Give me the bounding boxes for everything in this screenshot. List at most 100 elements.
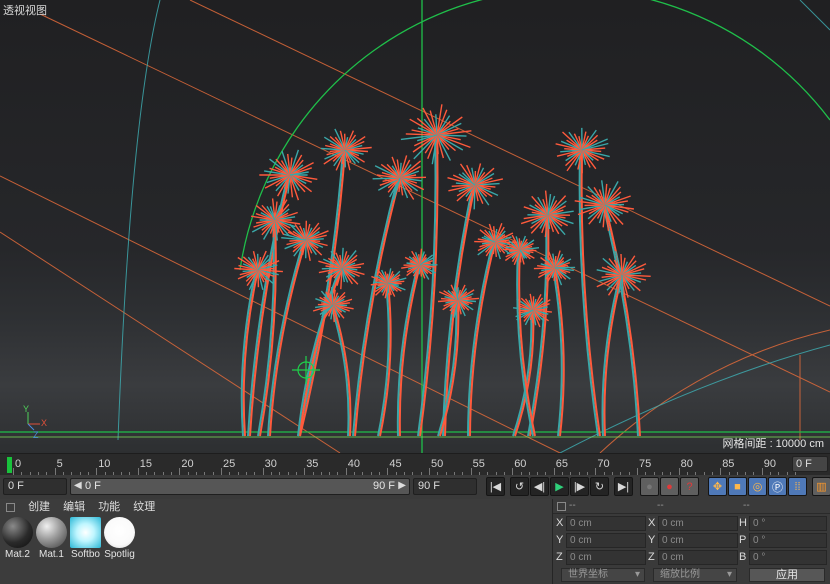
autokey-button[interactable]: ● <box>660 477 679 496</box>
previous-key-button[interactable]: ↺ <box>510 477 529 496</box>
parameter-icon: Ⓟ <box>772 481 783 494</box>
timeline-tick-label: 35 <box>306 458 319 470</box>
tree-trunk <box>352 177 399 437</box>
key-rotation-button[interactable]: ◎ <box>748 477 767 496</box>
go-to-start-button[interactable]: |◀ <box>486 477 505 496</box>
next-key-button[interactable]: ↻ <box>590 477 609 496</box>
tree[interactable] <box>312 287 354 437</box>
timeline-tick-label: 10 <box>98 458 111 470</box>
menu-create[interactable]: 创建 <box>28 501 50 513</box>
key-parameter-button[interactable]: Ⓟ <box>768 477 787 496</box>
end-frame-field[interactable]: 90 F <box>413 478 477 495</box>
frame-range-slider[interactable]: ◀ 0 F 90 F ▶ <box>70 478 410 495</box>
skip-end-icon: ▶| <box>617 481 630 493</box>
range-end-label: 90 F <box>372 480 395 492</box>
previous-frame-button[interactable]: ◀| <box>530 477 549 496</box>
panel-grip-icon[interactable] <box>6 502 15 512</box>
tree[interactable] <box>533 250 576 437</box>
position-header: -- <box>569 500 576 511</box>
start-frame-field[interactable]: 0 F <box>3 478 67 495</box>
range-left-arrow-icon[interactable]: ◀ <box>74 480 82 491</box>
pos-z-field[interactable]: 0 cm <box>566 550 646 565</box>
coordinate-system-value: 世界坐标 <box>568 569 608 580</box>
timeline-tick-label: 50 <box>431 458 444 470</box>
range-right-arrow-icon[interactable]: ▶ <box>398 480 406 491</box>
material-name: Mat.1 <box>38 549 64 560</box>
key-scale-button[interactable]: ■ <box>728 477 747 496</box>
pos-x-field[interactable]: 0 cm <box>566 516 646 531</box>
material-item-spotlight[interactable]: Spotlig <box>103 517 135 560</box>
size-x-field[interactable]: 0 cm <box>658 516 738 531</box>
timeline-tick-label: 80 <box>680 458 693 470</box>
spotlight-cone <box>0 0 830 453</box>
menu-function[interactable]: 功能 <box>98 501 120 513</box>
viewport-title: 透视视图 <box>3 5 47 17</box>
timeline-tick-label: 60 <box>514 458 527 470</box>
material-name: Softbo <box>71 549 100 560</box>
pos-z-label: Z <box>556 551 563 563</box>
scale-mode-dropdown[interactable]: 缩放比例 ▾ <box>653 568 737 582</box>
key-position-button[interactable]: ✥ <box>708 477 727 496</box>
next-frame-button[interactable]: |▶ <box>570 477 589 496</box>
tree[interactable] <box>396 248 438 437</box>
panel-grip-icon[interactable] <box>557 502 566 511</box>
record-keys-button[interactable]: ● <box>640 477 659 496</box>
timeline-ruler[interactable]: 0 5 10 15 20 25 30 35 40 45 50 55 60 65 70 75 80 85 90 0 F <box>0 453 830 476</box>
axis-x-label: X <box>41 418 47 428</box>
coordinates-header: -- -- -- <box>553 499 830 514</box>
size-z-field[interactable]: 0 cm <box>658 550 738 565</box>
current-frame-field[interactable]: 0 F <box>792 456 828 472</box>
pos-y-field[interactable]: 0 cm <box>566 533 646 548</box>
go-to-end-button[interactable]: ▶| <box>614 477 633 496</box>
menu-edit[interactable]: 编辑 <box>63 501 85 513</box>
material-preview <box>35 517 67 548</box>
menu-texture[interactable]: 纹理 <box>133 501 155 513</box>
chevron-down-icon: ▾ <box>726 569 732 580</box>
grid-dots-icon: ⁞⁞ <box>794 480 801 493</box>
scale-icon: ■ <box>734 480 741 493</box>
coordinate-system-dropdown[interactable]: 世界坐标 ▾ <box>561 568 645 582</box>
rot-h-field[interactable]: 0 ° <box>749 516 827 531</box>
range-start-label: 0 F <box>85 480 101 492</box>
next-frame-icon: |▶ <box>573 481 586 493</box>
material-menu-bar: 创建 编辑 功能 纹理 <box>0 499 552 515</box>
timeline-tick-label: 25 <box>223 458 236 470</box>
timeline-tick-label: 30 <box>264 458 277 470</box>
key-pla-button[interactable]: ⁞⁞ <box>788 477 807 496</box>
coord-row-2: Y 0 cm Y 0 cm P 0 ° <box>553 533 830 549</box>
material-item-mat2[interactable]: Mat.2 <box>1 517 33 560</box>
timeline-window-button[interactable]: ▥ <box>812 477 830 496</box>
rot-b-field[interactable]: 0 ° <box>749 550 827 565</box>
record-icon: ● <box>646 480 653 493</box>
size-y-field[interactable]: 0 cm <box>658 533 738 548</box>
timeline-tick-label: 65 <box>555 458 569 470</box>
tree[interactable] <box>596 251 651 437</box>
timeline-playhead[interactable] <box>7 457 12 473</box>
pos-y-label: Y <box>556 534 564 546</box>
material-manager: 创建 编辑 功能 纹理 Mat.2 Mat.1 Softbo Spotlig <box>0 499 553 584</box>
tree-leaf <box>621 274 624 295</box>
material-preview <box>69 517 101 548</box>
chevron-down-icon: ▾ <box>634 569 640 580</box>
material-item-softbox[interactable]: Softbo <box>69 517 101 560</box>
scene-canvas[interactable]: Y X Z <box>0 0 830 453</box>
rot-b-label: B <box>739 551 747 563</box>
material-item-mat1[interactable]: Mat.1 <box>35 517 67 560</box>
timeline-tick-label: 20 <box>181 458 194 470</box>
film-icon: ▥ <box>816 481 827 493</box>
rot-p-field[interactable]: 0 ° <box>749 533 827 548</box>
apply-button[interactable]: 应用 <box>749 568 825 582</box>
camera-frustum-lines <box>0 0 830 453</box>
perspective-viewport[interactable]: Y X Z 透视视图 网格间距 : 10000 cm <box>0 0 830 453</box>
tree-trunk <box>602 204 639 437</box>
axis-y-label: Y <box>23 404 29 414</box>
axis-z-label: Z <box>33 430 39 440</box>
tree-group[interactable] <box>234 104 651 437</box>
timeline-tick-label: 15 <box>139 458 153 470</box>
coordinates-manager: -- -- -- X 0 cm X 0 cm H 0 ° Y 0 cm Y 0 … <box>553 499 830 584</box>
axis-gizmo: Y X Z <box>23 404 47 440</box>
keyframe-selection-button[interactable]: ? <box>680 477 699 496</box>
tree-trunk <box>330 304 350 437</box>
rot-h-label: H <box>739 517 747 529</box>
play-button[interactable]: ▶ <box>550 477 569 496</box>
